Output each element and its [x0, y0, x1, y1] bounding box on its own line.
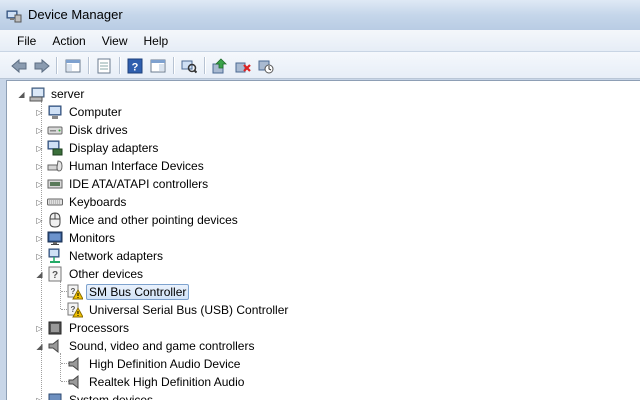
collapsed-triangle-icon[interactable]: ▷ [35, 252, 44, 261]
collapsed-triangle-icon[interactable]: ▷ [35, 180, 44, 189]
svg-text:?: ? [71, 305, 76, 314]
tree-item-label: Realtek High Definition Audio [89, 375, 245, 389]
tree-item-hd-audio-device[interactable]: High Definition Audio Device [67, 355, 243, 373]
tree-item-label: Universal Serial Bus (USB) Controller [89, 303, 289, 317]
window-title: Device Manager [28, 7, 123, 22]
network-adapter-icon [48, 248, 60, 263]
tree-item-sm-bus-controller[interactable]: ? SM Bus Controller [67, 283, 190, 301]
tree-item-label: Monitors [69, 231, 116, 245]
disk-drive-icon [47, 126, 63, 135]
collapsed-triangle-icon[interactable]: ▷ [35, 126, 44, 135]
speaker-icon [68, 356, 79, 372]
mouse-icon [49, 212, 61, 228]
show-hide-console-tree-icon[interactable] [63, 56, 83, 76]
processor-icon [48, 321, 62, 335]
speaker-icon [48, 338, 59, 354]
tree-item-sound-video-game[interactable]: ◢ Sound, video and game controllers [35, 337, 257, 355]
tree-item-label: Mice and other pointing devices [69, 213, 238, 227]
tree-item-disk-drives[interactable]: ▷ Disk drives [35, 121, 131, 139]
display-adapter-icon [47, 140, 63, 156]
tree-item-system-devices[interactable]: ▷ System devices [35, 391, 156, 400]
collapsed-triangle-icon[interactable]: ▷ [35, 324, 44, 333]
tree-item-label: IDE ATA/ATAPI controllers [69, 177, 209, 191]
tree-item-ide-ata-atapi-controllers[interactable]: ▷ IDE ATA/ATAPI controllers [35, 175, 211, 193]
tree-item-realtek-hd-audio[interactable]: Realtek High Definition Audio [67, 373, 247, 391]
svg-text:?: ? [71, 287, 76, 296]
svg-text:?: ? [52, 270, 58, 281]
collapsed-triangle-icon[interactable]: ▷ [35, 198, 44, 207]
expanded-triangle-icon[interactable]: ◢ [35, 270, 44, 279]
tree-item-label: Human Interface Devices [69, 159, 204, 173]
unknown-device-warning-icon: ? [67, 302, 83, 318]
menu-file[interactable]: File [9, 30, 44, 52]
tree-root-label: server [51, 87, 85, 101]
tree-item-label: Network adapters [69, 249, 164, 263]
collapsed-triangle-icon[interactable]: ▷ [35, 144, 44, 153]
collapsed-triangle-icon[interactable]: ▷ [35, 162, 44, 171]
menu-action[interactable]: Action [44, 30, 93, 52]
back-icon[interactable] [9, 56, 29, 76]
computer-icon [48, 105, 62, 119]
scan-hardware-icon[interactable] [179, 56, 199, 76]
tree-item-human-interface-devices[interactable]: ▷ Human Interface Devices [35, 157, 207, 175]
tree-item-label: Disk drives [69, 123, 128, 137]
collapsed-triangle-icon[interactable]: ▷ [35, 234, 44, 243]
tree-item-label: Other devices [69, 267, 144, 281]
tree-item-label: Keyboards [69, 195, 127, 209]
unknown-device-warning-icon: ? [67, 284, 83, 300]
forward-icon[interactable] [32, 56, 52, 76]
collapsed-triangle-icon[interactable]: ▷ [35, 396, 44, 400]
menu-view[interactable]: View [94, 30, 136, 52]
tree-item-label: Processors [69, 321, 130, 335]
computer-icon [29, 87, 45, 102]
other-devices-icon: ? [48, 266, 62, 282]
tree-item-mice[interactable]: ▷ Mice and other pointing devices [35, 211, 241, 229]
speaker-icon [68, 374, 79, 390]
tree-root-server[interactable]: ◢ server [17, 85, 87, 103]
expanded-triangle-icon[interactable]: ◢ [35, 342, 44, 351]
tree-item-usb-controller[interactable]: ? Universal Serial Bus (USB) Controller [67, 301, 291, 319]
device-manager-window: Device Manager File Action View Help ? ◢… [0, 0, 640, 400]
tree-item-computer[interactable]: ▷ Computer [35, 103, 125, 121]
monitor-icon [47, 231, 63, 245]
tree-item-label: High Definition Audio Device [89, 357, 241, 371]
update-driver-icon[interactable] [210, 56, 230, 76]
ide-controller-icon [47, 179, 63, 189]
tree-item-other-devices[interactable]: ◢ ? Other devices [35, 265, 146, 283]
keyboard-icon [47, 198, 63, 206]
hid-icon [47, 160, 63, 172]
disable-icon[interactable] [256, 56, 276, 76]
device-tree: ◢ server ▷ Computer ▷ Disk drives ▷ Disp… [6, 80, 640, 400]
toolbar: ? [0, 52, 640, 79]
tree-item-keyboards[interactable]: ▷ Keyboards [35, 193, 129, 211]
tree-item-network-adapters[interactable]: ▷ Network adapters [35, 247, 166, 265]
collapsed-triangle-icon[interactable]: ▷ [35, 216, 44, 225]
title-bar[interactable]: Device Manager [0, 0, 640, 30]
system-devices-icon [48, 393, 62, 400]
tree-item-label: SM Bus Controller [86, 284, 190, 300]
collapsed-triangle-icon[interactable]: ▷ [35, 108, 44, 117]
properties-icon[interactable] [94, 56, 114, 76]
tree-item-label: Display adapters [69, 141, 159, 155]
device-manager-icon [6, 10, 22, 23]
tree-item-label: System devices [69, 393, 154, 400]
tree-item-display-adapters[interactable]: ▷ Display adapters [35, 139, 161, 157]
expanded-triangle-icon[interactable]: ◢ [17, 90, 26, 99]
svg-text:?: ? [132, 62, 139, 74]
menu-help[interactable]: Help [136, 30, 177, 52]
menu-bar: File Action View Help [0, 30, 640, 52]
tree-item-monitors[interactable]: ▷ Monitors [35, 229, 118, 247]
help-icon[interactable]: ? [125, 56, 145, 76]
tree-item-label: Computer [69, 105, 122, 119]
tree-item-label: Sound, video and game controllers [69, 339, 255, 353]
tree-item-processors[interactable]: ▷ Processors [35, 319, 132, 337]
uninstall-icon[interactable] [233, 56, 253, 76]
show-action-pane-icon[interactable] [148, 56, 168, 76]
